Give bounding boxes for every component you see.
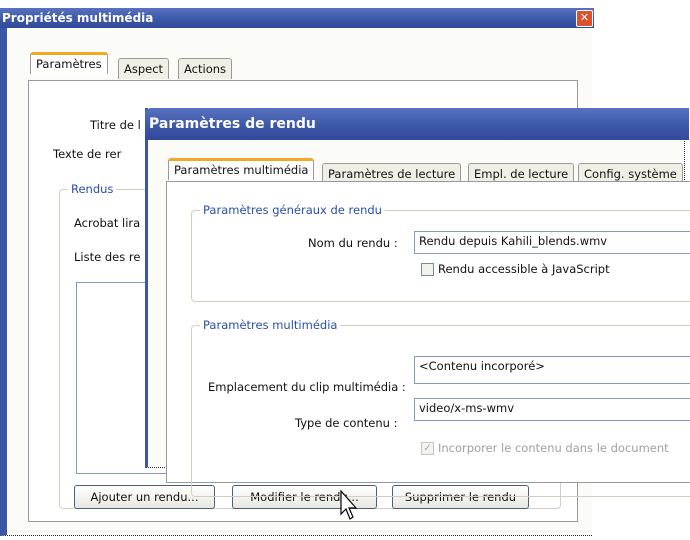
clip-location-input[interactable]: <Contenu incorporé> <box>414 356 690 384</box>
content-type-input[interactable]: video/x-ms-wmv <box>414 398 690 421</box>
general-settings-group: Paramètres généraux de rendu Nom du rend… <box>191 203 690 302</box>
inner-tab-pane: Paramètres généraux de rendu Nom du rend… <box>166 181 690 497</box>
inner-title: Paramètres de rendu <box>149 116 316 132</box>
content-type-label: Type de contenu : <box>295 416 398 430</box>
tab-media-settings[interactable]: Paramètres multimédia <box>168 158 315 180</box>
list-label: Liste des re <box>74 250 141 264</box>
outer-title-bar: Propriétés multimédia <box>0 8 594 28</box>
location-label: Emplacement du clip multimédia : <box>208 380 406 394</box>
title-label: Titre de l <box>90 118 141 132</box>
rendition-name-input[interactable]: Rendu depuis Kahili_blends.wmv <box>414 231 690 254</box>
acrobat-label: Acrobat lira <box>74 216 141 230</box>
media-legend: Paramètres multimédia <box>200 318 341 332</box>
outer-title: Propriétés multimédia <box>2 11 154 25</box>
name-label: Nom du rendu : <box>308 236 398 250</box>
general-legend: Paramètres généraux de rendu <box>200 203 385 217</box>
embed-content-label: Incorporer le contenu dans le document <box>438 441 669 455</box>
js-accessible-label: Rendu accessible à JavaScript <box>438 262 610 276</box>
tab-parametres[interactable]: Paramètres <box>30 52 108 74</box>
js-accessible-checkbox[interactable] <box>421 263 434 276</box>
mouse-cursor-icon <box>340 490 358 520</box>
close-icon[interactable]: ✕ <box>576 10 593 27</box>
tab-actions[interactable]: Actions <box>178 58 233 79</box>
rendition-settings-dialog: Paramètres de rendu Paramètres multimédi… <box>145 108 690 497</box>
inner-title-bar: Paramètres de rendu <box>145 108 689 140</box>
media-settings-group: Paramètres multimédia Emplacement du cli… <box>191 318 690 497</box>
tab-aspect[interactable]: Aspect <box>118 58 170 79</box>
renditions-legend: Rendus <box>68 182 117 196</box>
text-label: Texte de rer <box>53 147 122 161</box>
embed-content-checkbox[interactable]: ✓ <box>421 442 434 455</box>
